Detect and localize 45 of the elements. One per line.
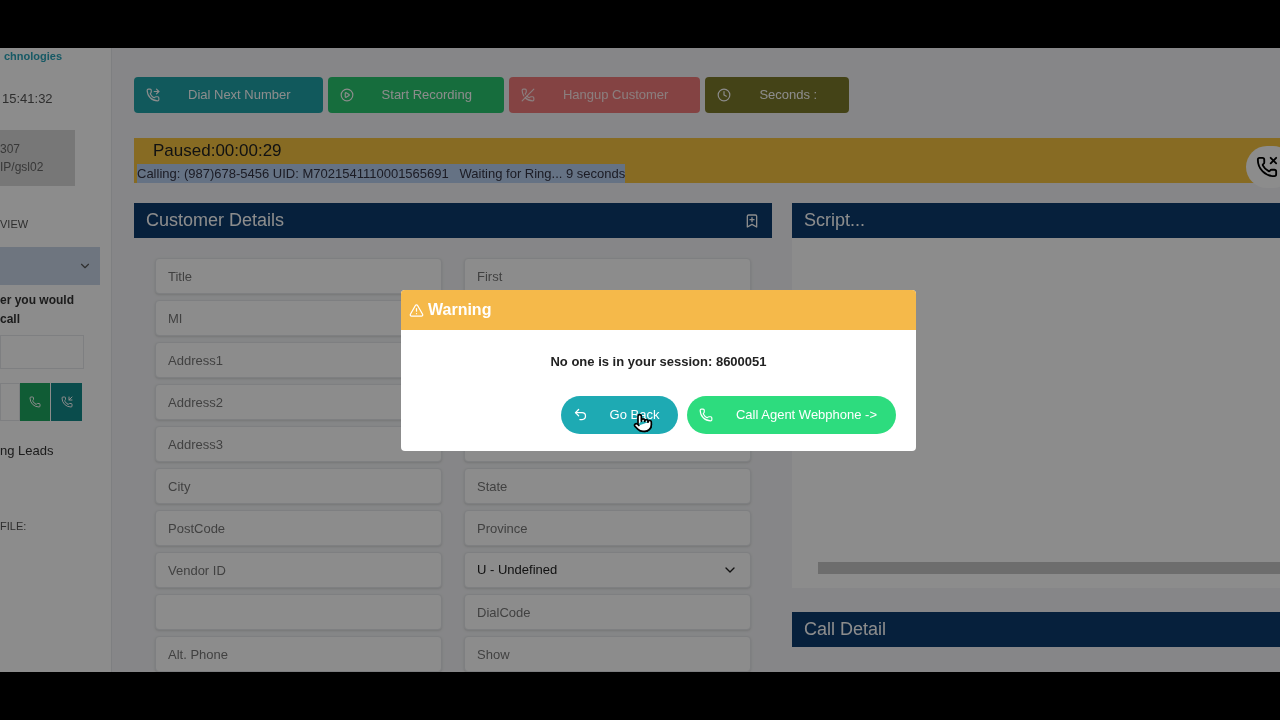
input-field[interactable]: DialCode	[464, 594, 751, 630]
dial-button[interactable]	[50, 382, 82, 421]
input-field[interactable]: Province	[464, 510, 751, 546]
input-field[interactable]: PostCode	[155, 510, 442, 546]
paused-text: Paused:00:00:29	[152, 140, 283, 162]
clock-icon	[717, 88, 732, 102]
call-button[interactable]: Call Agent Webphone ->	[687, 395, 896, 434]
toolbar-button[interactable]: Dial Next Number	[134, 77, 323, 113]
brand-text: chnologies	[3, 49, 64, 64]
input-field[interactable]: Address3	[155, 426, 442, 462]
clock-text: 15:41:32	[1, 89, 54, 108]
section-label: VIEW	[0, 217, 30, 232]
input-field[interactable]: City	[155, 468, 442, 504]
phone-icon	[60, 395, 73, 408]
panel-title: Call Detail	[804, 618, 887, 641]
bookmark-icon	[744, 212, 760, 229]
select-field[interactable]: U - Undefined	[464, 552, 751, 588]
number-field[interactable]	[0, 382, 20, 421]
input-field[interactable]: Alt. Phone	[155, 636, 442, 672]
phone-off-icon	[520, 88, 535, 102]
toolbar-button[interactable]: Start Recording	[327, 77, 504, 113]
view-select[interactable]	[0, 246, 100, 285]
prompt-text: er you would call	[0, 291, 75, 328]
toolbar-button[interactable]: Seconds :	[705, 77, 850, 113]
panel-title: Script...	[804, 209, 865, 232]
input-field[interactable]: State	[464, 468, 751, 504]
extension-card: 307 IP/gsl02	[0, 130, 75, 186]
input-field[interactable]: Title	[155, 258, 442, 294]
call-button[interactable]	[20, 382, 50, 421]
calling-text: Calling: (987)678-5456 UID: M7021541110001565691 Waiting for Ring... 9 seconds	[137, 163, 626, 183]
phone-icon	[29, 395, 41, 408]
panel-title: Customer Details	[146, 209, 285, 232]
dialog-message: No one is in your session: 8600051	[550, 353, 767, 371]
leads-label: ng Leads	[0, 441, 55, 460]
file-label: FILE:	[0, 519, 28, 534]
undo-icon	[572, 407, 588, 422]
warning-icon	[409, 302, 424, 318]
scrollbar[interactable]	[818, 562, 1280, 574]
phone-missed-icon	[1256, 156, 1278, 178]
phone-icon	[146, 88, 160, 102]
hangup-button[interactable]	[1246, 146, 1280, 188]
input-field[interactable]: Show	[464, 636, 751, 672]
play-icon	[339, 88, 354, 102]
input-field[interactable]: Vendor ID	[155, 552, 442, 588]
phone-icon	[699, 407, 713, 422]
